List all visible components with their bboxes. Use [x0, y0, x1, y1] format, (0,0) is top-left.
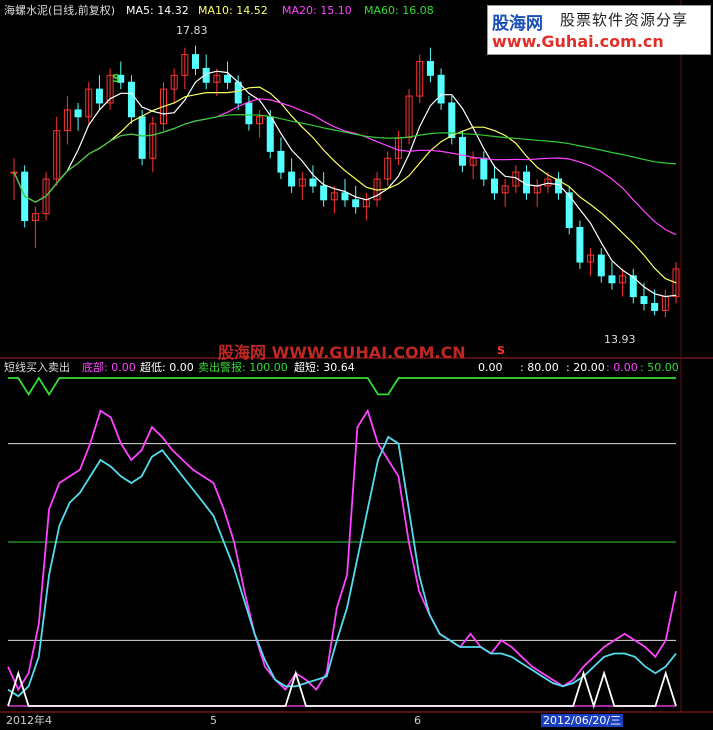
indicator-series-4	[7, 670, 677, 710]
candle-body	[341, 192, 349, 201]
candle-body	[352, 199, 360, 208]
cursor-date: 2012/06/20/三	[541, 714, 624, 727]
overbought-value: 超短: 30.64	[294, 361, 355, 374]
candle-body	[266, 116, 274, 152]
value-fragment-5: : 50.00	[640, 361, 679, 374]
site-logo: 股海网 股票软件资源分享 www.Guhai.com.cn	[487, 5, 711, 55]
candle-body	[245, 102, 253, 125]
chart-title: 海螺水泥(日线,前复权)	[4, 4, 116, 17]
logo-brand: 股海网	[492, 14, 543, 34]
value-fragment-3: : 20.00	[566, 361, 605, 374]
candle-body	[651, 303, 659, 311]
value-fragment-2: : 80.00	[520, 361, 559, 374]
indicator-series-3	[8, 376, 676, 397]
indicator-series-1	[7, 408, 677, 692]
value-fragment-1: 0.00	[478, 361, 503, 374]
candle-body	[320, 185, 328, 201]
candle-body	[192, 54, 200, 69]
candle-body	[127, 81, 135, 118]
candle-body	[640, 296, 648, 305]
candle-body	[234, 81, 242, 104]
watermark-overlay: 股海网 WWW.GUHAI.COM.CN	[218, 343, 466, 362]
candle-body	[95, 88, 103, 104]
candle-body	[426, 60, 434, 76]
ma20-label: MA20: 15.10	[282, 4, 352, 17]
date-tick-3: 6	[414, 714, 421, 727]
high-price-label: 17.83	[176, 24, 208, 37]
candle-body	[288, 171, 296, 187]
ma60-label: MA60: 16.08	[364, 4, 434, 17]
candle-body	[277, 150, 285, 173]
candle-body	[309, 178, 317, 187]
candle-body	[608, 275, 616, 284]
value-fragment-4: : 0.00	[606, 361, 638, 374]
indicator-pane[interactable]	[0, 443, 713, 713]
candle-body	[490, 178, 498, 194]
candle-body	[523, 171, 531, 194]
date-tick-1: 2012年4	[6, 714, 52, 727]
ma20-line	[13, 98, 677, 236]
sell-warn-value: 卖出警报: 100.00	[198, 361, 288, 374]
candle-body	[458, 137, 466, 166]
candle-body	[138, 116, 146, 159]
candle-body	[224, 74, 232, 83]
candle-body	[480, 157, 488, 180]
logo-url: www.Guhai.com.cn	[492, 32, 664, 51]
candle-body	[576, 226, 584, 263]
indicator-series-2	[7, 435, 677, 698]
ma10-label: MA10: 14.52	[198, 4, 268, 17]
sell-signal-s-2: S	[497, 344, 505, 357]
indicator-title: 短线买入卖出	[4, 361, 70, 374]
candle-body	[74, 109, 82, 118]
logo-tagline: 股票软件资源分享	[560, 11, 689, 29]
candle-body	[437, 74, 445, 104]
sell-signal-s-1: S	[112, 72, 120, 85]
candle-body	[597, 254, 605, 277]
low-price-label: 13.93	[604, 333, 636, 346]
bottom-value: 底部: 0.00	[82, 361, 136, 374]
date-tick-2: 5	[210, 714, 217, 727]
ma5-label: MA5: 14.32	[126, 4, 189, 17]
candlestick-series	[10, 45, 680, 318]
oversold-value: 超低: 0.00	[140, 361, 194, 374]
